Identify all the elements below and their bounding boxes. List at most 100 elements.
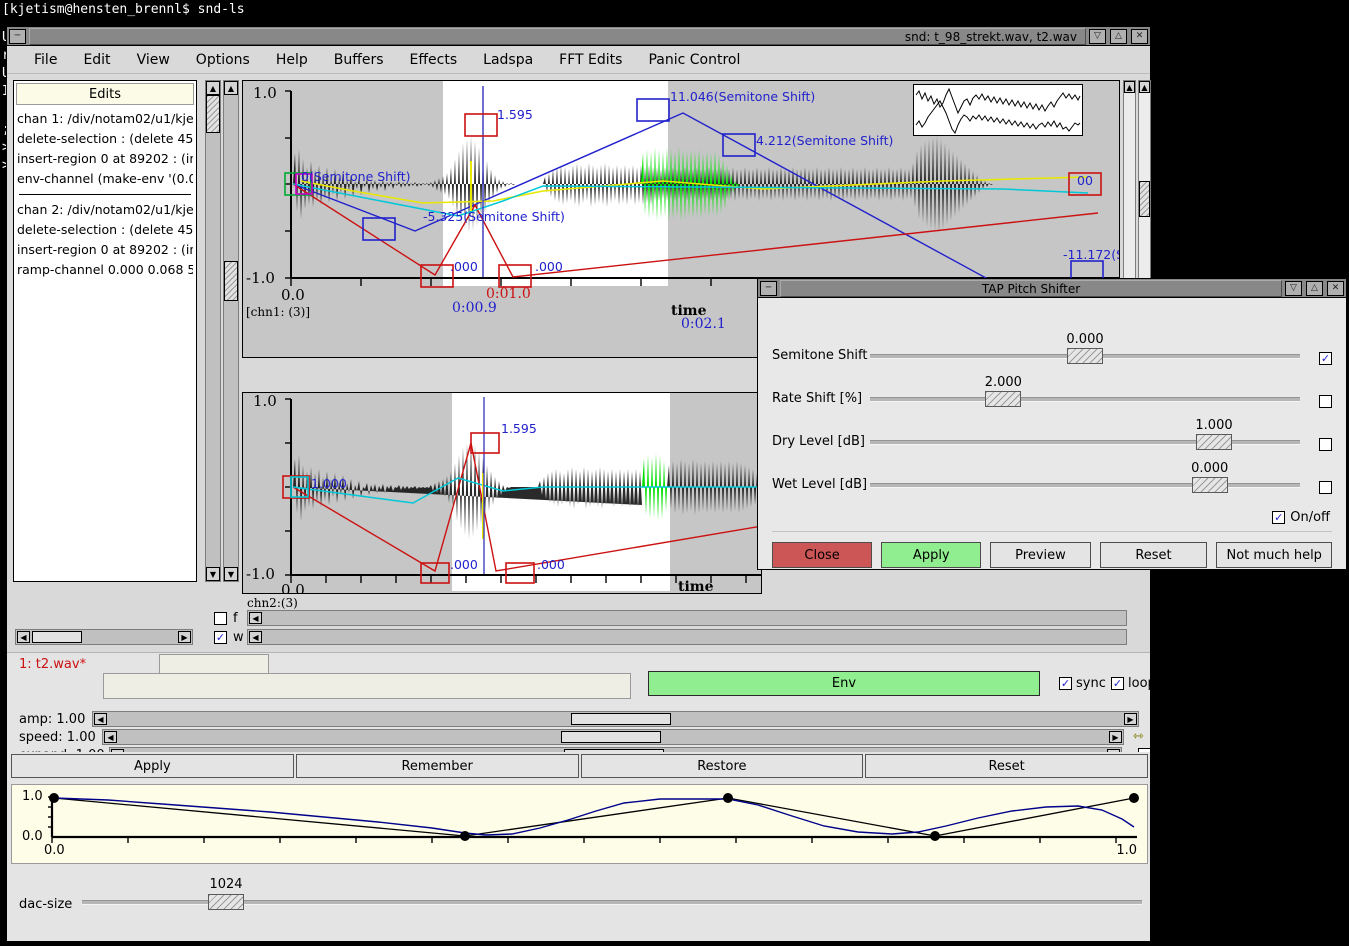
scroll-thumb[interactable]: [224, 261, 238, 301]
apply-button[interactable]: Apply: [881, 542, 981, 568]
param-row-semitone-shift: Semitone Shift 0.000 ✓: [772, 324, 1332, 367]
list-item[interactable]: delete-selection : (delete 454: [17, 220, 193, 240]
semitone-shift-checkbox[interactable]: ✓: [1319, 352, 1332, 365]
lower-icon[interactable]: ▽: [1285, 281, 1302, 296]
dialog-titlebar: ─ TAP Pitch Shifter ▽ △ ✕: [758, 279, 1346, 298]
graph1-vertical-scrollbar[interactable]: ▲: [1123, 80, 1136, 308]
help-button[interactable]: Not much help: [1216, 542, 1332, 568]
graph-horizontal-scrollbar-2[interactable]: ◀: [247, 629, 1127, 645]
minimize-icon[interactable]: ─: [760, 281, 777, 296]
scroll-left-arrow[interactable]: ◀: [104, 731, 117, 743]
menu-edit[interactable]: Edit: [70, 49, 123, 71]
scroll-thumb[interactable]: [561, 731, 661, 743]
edits-list[interactable]: chan 1: /div/notam02/u1/kjet delete-sele…: [14, 107, 196, 282]
reset-button[interactable]: Reset: [1100, 542, 1208, 568]
list-item[interactable]: insert-region 0 at 89202 : (in: [17, 240, 193, 260]
close-icon[interactable]: ✕: [1327, 281, 1344, 296]
slider-thumb[interactable]: [1192, 477, 1228, 493]
scroll-left-arrow[interactable]: ◀: [94, 713, 107, 725]
menu-options[interactable]: Options: [183, 49, 263, 71]
wet-level-checkbox[interactable]: [1319, 481, 1332, 494]
graph-horizontal-scrollbar-1[interactable]: ◀: [247, 610, 1127, 626]
scroll-left-arrow[interactable]: ◀: [249, 631, 262, 643]
scroll-down-arrow[interactable]: ▼: [206, 567, 220, 581]
scroll-down-arrow[interactable]: ▼: [224, 567, 238, 581]
dry-level-slider[interactable]: 1.000: [870, 413, 1300, 453]
amp-slider[interactable]: ◀ ▶: [92, 711, 1139, 727]
thumb-grip-icon: [209, 895, 243, 909]
spectrum-inset: [913, 84, 1083, 136]
menu-view[interactable]: View: [124, 49, 183, 71]
remember-button[interactable]: Remember: [296, 754, 579, 778]
menu-buffers[interactable]: Buffers: [321, 49, 397, 71]
list-item[interactable]: env-channel (make-env '(0.0: [17, 169, 193, 189]
scroll-up-arrow[interactable]: ▲: [1124, 81, 1135, 93]
scroll-up-arrow[interactable]: ▲: [206, 81, 220, 95]
dac-size-thumb[interactable]: [208, 894, 244, 910]
rate-shift-slider[interactable]: 2.000: [870, 370, 1300, 410]
list-item[interactable]: chan 2: /div/notam02/u1/kjet: [17, 200, 193, 220]
scroll-thumb[interactable]: [32, 631, 82, 643]
scroll-thumb[interactable]: [206, 95, 220, 133]
slider-thumb[interactable]: [985, 391, 1021, 407]
list-item[interactable]: ramp-channel 0.000 0.068 5: [17, 260, 193, 280]
mark-label: .000: [450, 557, 478, 572]
scroll-thumb[interactable]: [1139, 181, 1150, 217]
list-item[interactable]: delete-selection : (delete 454: [17, 129, 193, 149]
graph1-zoom-scrollbar[interactable]: ▲: [1138, 80, 1151, 308]
scroll-up-arrow[interactable]: ▲: [224, 81, 238, 95]
restore-button[interactable]: Restore: [581, 754, 864, 778]
lower-icon[interactable]: ▽: [1089, 29, 1106, 44]
env-button-row: Apply Remember Restore Reset: [11, 754, 1148, 778]
slider-thumb[interactable]: [1067, 348, 1103, 364]
close-button[interactable]: Close: [772, 542, 872, 568]
rate-shift-checkbox[interactable]: [1319, 395, 1332, 408]
menu-fft-edits[interactable]: FFT Edits: [546, 49, 635, 71]
menu-ladspa[interactable]: Ladspa: [470, 49, 546, 71]
apply-button[interactable]: Apply: [11, 754, 294, 778]
window-title: snd: t_98_strekt.wav, t2.wav: [29, 28, 1086, 45]
preview-button[interactable]: Preview: [990, 542, 1090, 568]
env-button[interactable]: Env: [648, 671, 1040, 696]
semitone-shift-slider[interactable]: 0.000: [870, 327, 1300, 367]
scroll-right-arrow[interactable]: ▶: [1109, 731, 1122, 743]
loop-checkbox[interactable]: ✓: [1111, 677, 1124, 690]
slider-thumb[interactable]: [1196, 434, 1232, 450]
scroll-right-arrow[interactable]: ▶: [178, 631, 191, 643]
speed-direction-icon[interactable]: ⇿: [1133, 729, 1144, 744]
spectrum-svg: [914, 85, 1082, 135]
f-checkbox-row: f: [214, 611, 238, 626]
raise-icon[interactable]: △: [1110, 29, 1127, 44]
envelope-svg: [12, 785, 1147, 863]
scroll-left-arrow[interactable]: ◀: [17, 631, 30, 643]
edits-vertical-scrollbar[interactable]: ▲ ▼: [205, 80, 221, 582]
sync-checkbox[interactable]: ✓: [1059, 677, 1072, 690]
channel-vertical-scrollbar[interactable]: ▲ ▼: [223, 80, 239, 582]
envelope-editor-graph[interactable]: 1.0 0.0 0.0 1.0: [11, 784, 1148, 864]
menu-effects[interactable]: Effects: [397, 49, 471, 71]
scroll-left-arrow[interactable]: ◀: [249, 612, 262, 624]
scroll-right-arrow[interactable]: ▶: [1124, 713, 1137, 725]
scroll-thumb[interactable]: [571, 713, 671, 725]
minimize-icon[interactable]: ─: [9, 29, 26, 44]
onoff-checkbox[interactable]: ✓: [1272, 511, 1285, 524]
dry-level-checkbox[interactable]: [1319, 438, 1332, 451]
minibuffer-input[interactable]: [103, 673, 631, 699]
speed-slider[interactable]: ◀ ▶: [102, 729, 1124, 745]
raise-icon[interactable]: △: [1306, 281, 1323, 296]
wet-level-slider[interactable]: 0.000: [870, 456, 1300, 496]
env-xmax-label: 1.0: [1116, 843, 1137, 858]
menu-panic-control[interactable]: Panic Control: [635, 49, 753, 71]
menu-file[interactable]: File: [21, 49, 70, 71]
menu-help[interactable]: Help: [263, 49, 321, 71]
f-checkbox[interactable]: [214, 612, 227, 625]
edits-horizontal-scrollbar[interactable]: ◀ ▶: [15, 629, 193, 645]
list-item[interactable]: chan 1: /div/notam02/u1/kjet: [17, 109, 193, 129]
scroll-up-arrow[interactable]: ▲: [1139, 81, 1150, 93]
list-item[interactable]: insert-region 0 at 89202 : (in: [17, 149, 193, 169]
close-icon[interactable]: ✕: [1131, 29, 1148, 44]
waveform-graph-channel2[interactable]: 1.0 -1.0 0.0 time 1.000 1.595 .000 .000: [242, 392, 762, 594]
w-checkbox[interactable]: ✓: [214, 631, 227, 644]
dac-size-slider[interactable]: 1024: [82, 880, 1142, 914]
reset-button[interactable]: Reset: [865, 754, 1148, 778]
